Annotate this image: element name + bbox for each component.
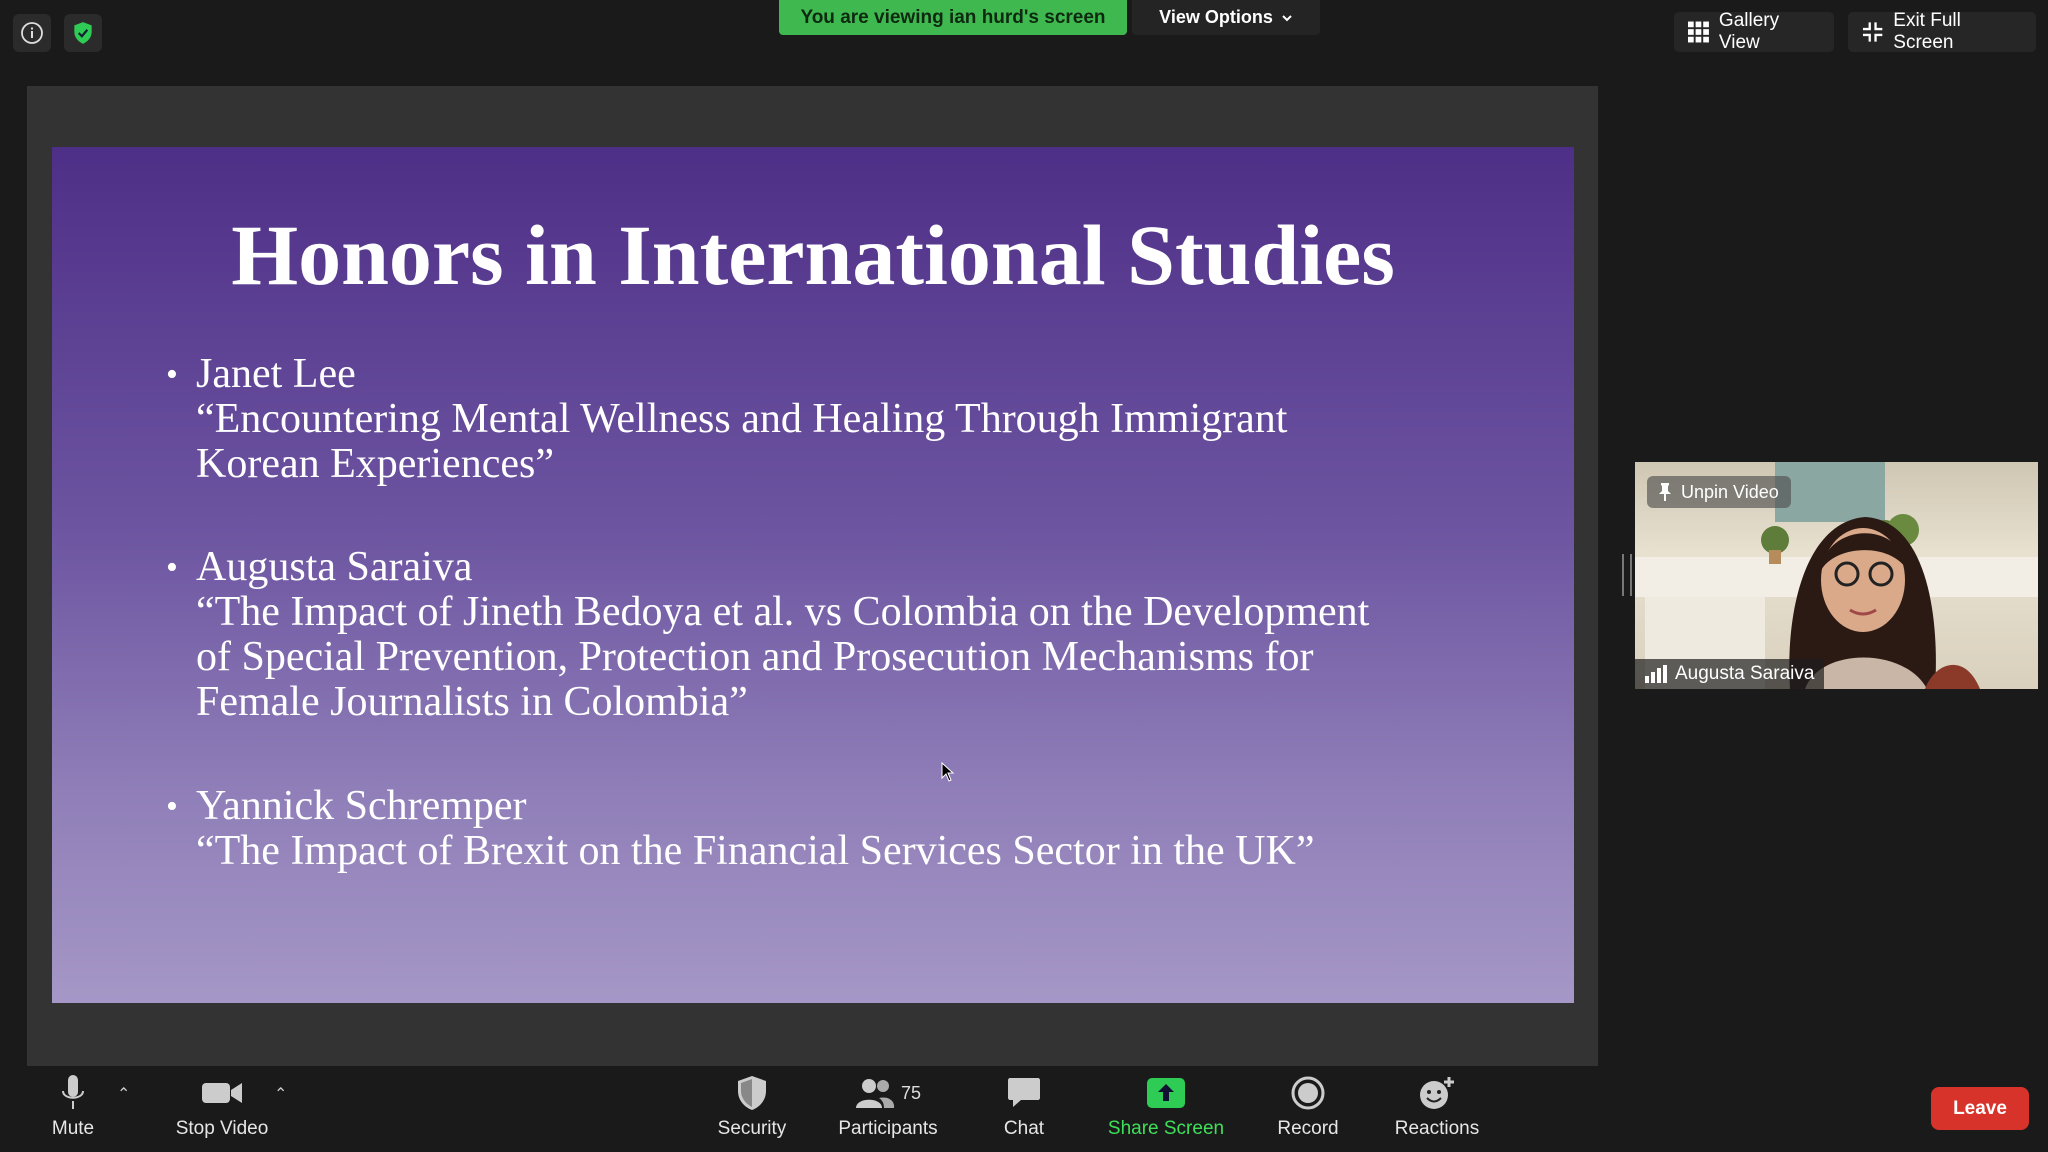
reactions-button[interactable]: Reactions	[1393, 1070, 1481, 1150]
list-item: Augusta Saraiva “The Impact of Jineth Be…	[166, 545, 1369, 725]
thesis-line: “The Impact of Jineth Bedoya et al. vs C…	[196, 589, 1370, 635]
student-name: Augusta Saraiva	[196, 544, 473, 590]
video-options-caret[interactable]: ⌃	[274, 1084, 287, 1104]
security-shield-icon	[738, 1076, 766, 1110]
security-label: Security	[717, 1118, 787, 1139]
student-name: Janet Lee	[196, 351, 356, 397]
exit-full-screen-button[interactable]: Exit Full Screen	[1848, 10, 2036, 53]
meeting-info-icon[interactable]	[13, 14, 51, 52]
pin-icon	[1659, 483, 1671, 501]
participant-name: Augusta Saraiva	[1675, 663, 1815, 684]
presentation-slide: Honors in International Studies Janet Le…	[52, 147, 1574, 1003]
share-screen-button[interactable]: Share Screen	[1108, 1070, 1224, 1150]
list-item: Yannick Schremper “The Impact of Brexit …	[166, 784, 1314, 874]
gallery-view-button[interactable]: Gallery View	[1674, 10, 1834, 53]
unpin-video-button[interactable]: Unpin Video	[1647, 476, 1791, 508]
signal-bars-icon	[1645, 665, 1667, 683]
chat-label: Chat	[1003, 1118, 1045, 1139]
security-button[interactable]: Security	[712, 1070, 792, 1150]
participant-name-tag: Augusta Saraiva	[1635, 659, 1825, 689]
share-screen-label: Share Screen	[1107, 1118, 1225, 1139]
participant-video-tile[interactable]: Unpin Video Augusta Saraiva	[1635, 462, 2038, 689]
mouse-cursor-icon	[941, 762, 955, 782]
gallery-view-label: Gallery View	[1718, 10, 1780, 53]
chat-bubble-icon	[1008, 1078, 1040, 1107]
mute-label: Mute	[51, 1118, 95, 1139]
exit-fullscreen-icon	[1862, 22, 1883, 42]
video-camera-icon	[202, 1083, 242, 1103]
participants-count: 75	[900, 1082, 922, 1103]
exit-full-screen-label: Exit Full Screen	[1893, 10, 1961, 53]
view-options-label: View Options	[1159, 7, 1273, 27]
view-options-button[interactable]: View Options	[1132, 0, 1320, 35]
stop-video-label: Stop Video	[175, 1118, 269, 1139]
reactions-label: Reactions	[1394, 1118, 1480, 1139]
unpin-video-label: Unpin Video	[1681, 481, 1779, 502]
list-item: Janet Lee “Encountering Mental Wellness …	[166, 352, 1287, 487]
participants-label: Participants	[838, 1118, 938, 1139]
reactions-emoji-icon	[1420, 1077, 1454, 1109]
record-icon	[1291, 1076, 1325, 1110]
chat-button[interactable]: Chat	[1001, 1070, 1047, 1150]
panel-resize-handle[interactable]	[1622, 554, 1632, 596]
chevron-down-icon	[1282, 14, 1292, 21]
thesis-line: Female Journalists in Colombia”	[196, 679, 748, 725]
grid-icon	[1688, 21, 1709, 43]
participants-icon	[855, 1079, 895, 1108]
share-screen-arrow-icon	[1147, 1078, 1185, 1108]
audio-options-caret[interactable]: ⌃	[117, 1084, 130, 1104]
participants-button[interactable]: 75 Participants	[830, 1070, 946, 1150]
thesis-line: Korean Experiences”	[196, 441, 554, 487]
mute-button[interactable]: Mute	[40, 1070, 106, 1150]
thesis-line: “The Impact of Brexit on the Financial S…	[196, 828, 1315, 874]
student-name: Yannick Schremper	[196, 783, 527, 829]
microphone-icon	[62, 1075, 84, 1109]
record-label: Record	[1277, 1118, 1339, 1139]
thesis-line: of Special Prevention, Protection and Pr…	[196, 634, 1314, 680]
leave-button[interactable]: Leave	[1931, 1087, 2029, 1130]
viewing-screen-banner: You are viewing ian hurd's screen	[779, 0, 1127, 35]
slide-title: Honors in International Studies	[231, 207, 1395, 303]
record-button[interactable]: Record	[1276, 1070, 1340, 1150]
stop-video-button[interactable]: Stop Video	[170, 1070, 274, 1150]
encryption-shield-icon[interactable]	[64, 14, 102, 52]
thesis-line: “Encountering Mental Wellness and Healin…	[196, 396, 1288, 442]
